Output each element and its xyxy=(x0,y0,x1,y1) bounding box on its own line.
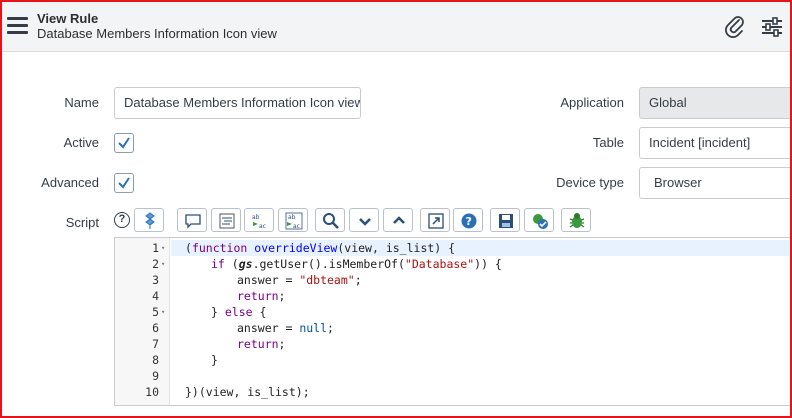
line-number: 5 xyxy=(152,305,159,319)
search-button[interactable] xyxy=(315,208,345,232)
editor-help-button[interactable]: ? xyxy=(453,208,483,232)
unfold-all-button[interactable] xyxy=(383,208,413,232)
advanced-label: Advanced xyxy=(41,175,99,190)
name-field[interactable]: Database Members Information Icon view xyxy=(114,87,361,119)
advanced-checkbox[interactable] xyxy=(114,173,134,193)
line-number: 3 xyxy=(152,273,159,287)
fullscreen-button[interactable] xyxy=(420,208,450,232)
line-number: 1 xyxy=(152,241,159,255)
record-type-title: View Rule xyxy=(37,11,99,26)
debug-button[interactable] xyxy=(561,208,591,232)
fold-toggle-icon[interactable]: ▾ xyxy=(161,240,165,256)
replace-all-button[interactable]: ab ac xyxy=(278,208,308,232)
fold-toggle-icon[interactable]: ▾ xyxy=(161,256,165,272)
form-header: View Rule Database Members Information I… xyxy=(2,2,790,52)
code-line: })(view, is_list); xyxy=(185,385,310,399)
device-type-select[interactable]: Browser xyxy=(639,167,790,199)
table-field[interactable]: Incident [incident] xyxy=(639,127,790,159)
table-label: Table xyxy=(592,135,624,150)
replace-button[interactable]: ab ac xyxy=(244,208,274,232)
script-debugger-button[interactable] xyxy=(134,208,164,232)
line-number: 6 xyxy=(152,321,159,335)
chevron-down-icon xyxy=(359,218,371,226)
expand-icon xyxy=(428,213,444,229)
comment-icon xyxy=(185,214,201,229)
fold-toggle-icon[interactable]: ▾ xyxy=(161,304,165,320)
save-button[interactable] xyxy=(490,208,520,232)
line-number: 7 xyxy=(152,337,159,351)
svg-text:ac: ac xyxy=(259,223,266,230)
application-field: Global xyxy=(639,87,790,119)
code-line: return; xyxy=(237,337,286,351)
code-line: } xyxy=(211,353,218,367)
svg-text:ab: ab xyxy=(252,214,260,221)
svg-text:ab: ab xyxy=(288,214,296,221)
replace-all-icon: ab ac xyxy=(285,212,303,230)
active-checkbox[interactable] xyxy=(114,133,134,153)
field-help-icon[interactable]: ? xyxy=(114,212,130,228)
syntax-check-button[interactable] xyxy=(524,208,554,232)
script-debugger-icon xyxy=(145,212,155,229)
syntax-check-icon xyxy=(533,214,548,229)
line-number: 8 xyxy=(152,353,159,367)
code-line: return; xyxy=(237,289,286,303)
script-label: Script xyxy=(65,215,99,230)
code-line: (function overrideView(view, is_list) { xyxy=(185,241,456,255)
code-line: if (gs.getUser().isMemberOf("Database"))… xyxy=(211,257,502,271)
application-label: Application xyxy=(560,95,624,110)
checkmark-icon xyxy=(118,177,130,189)
device-type-label: Device type xyxy=(556,175,624,190)
active-label: Active xyxy=(63,135,99,150)
save-icon xyxy=(499,214,513,228)
code-line: answer = "dbteam"; xyxy=(237,273,362,287)
replace-icon: ab ac xyxy=(252,214,266,230)
code-line: answer = null; xyxy=(237,321,334,335)
checkmark-icon xyxy=(118,137,130,149)
format-code-button[interactable] xyxy=(211,208,241,232)
script-editor[interactable]: 1 ▾ 2 ▾ 3 4 5 ▾ 6 7 8 9 10 (function ove… xyxy=(114,237,790,406)
code-line: } else { xyxy=(211,305,267,319)
chevron-up-icon xyxy=(393,216,405,224)
line-number: 4 xyxy=(152,289,159,303)
bug-icon xyxy=(569,213,585,228)
settings-sliders-icon[interactable] xyxy=(759,14,785,40)
fold-all-button[interactable] xyxy=(349,208,379,232)
search-icon xyxy=(323,213,339,229)
svg-text:ac: ac xyxy=(293,223,300,230)
svg-text:?: ? xyxy=(466,215,472,228)
window-frame: View Rule Database Members Information I… xyxy=(0,0,792,418)
record-display-name: Database Members Information Icon view xyxy=(37,26,277,41)
comment-button[interactable] xyxy=(177,208,207,232)
line-number: 10 xyxy=(145,385,159,399)
name-label: Name xyxy=(64,95,99,110)
line-number: 9 xyxy=(152,369,159,383)
format-icon xyxy=(219,213,235,229)
menu-icon[interactable] xyxy=(7,17,28,35)
line-number: 2 xyxy=(152,257,159,271)
help-circle-icon: ? xyxy=(461,213,477,229)
paperclip-icon[interactable] xyxy=(722,14,748,40)
